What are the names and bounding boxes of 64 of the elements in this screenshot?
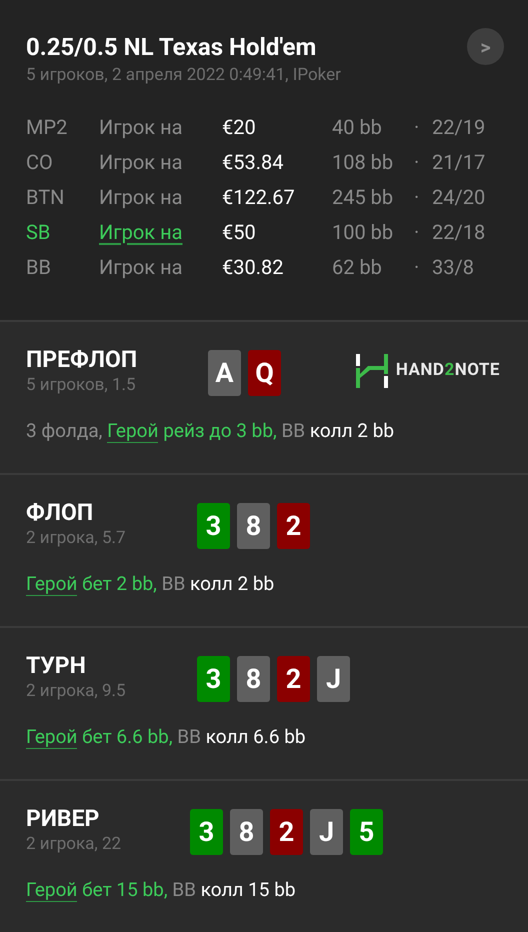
player-bb: 62 bb <box>332 254 383 280</box>
player-stack: €50 <box>222 218 257 246</box>
playing-card: 3 <box>190 809 223 855</box>
player-name[interactable]: Игрок на <box>99 182 222 212</box>
player-position: BB <box>26 254 52 280</box>
playing-card: 5 <box>350 809 383 855</box>
hand-title: 0.25/0.5 NL Texas Hold'em <box>26 32 318 63</box>
player-stats: 24/20 <box>432 184 486 210</box>
playing-card: 2 <box>270 809 303 855</box>
action-line: Герой бет 2 bb, BB колл 2 bb <box>26 571 276 597</box>
logo-text: HAND2NOTE <box>396 359 500 382</box>
playing-card: J <box>310 809 343 855</box>
playing-card: 3 <box>197 656 230 702</box>
action-line: Герой бет 6.6 bb, BB колл 6.6 bb <box>26 724 307 750</box>
player-position: CO <box>26 148 54 176</box>
player-position: SB <box>26 218 52 246</box>
street-subtitle: 2 игрока, 9.5 <box>26 680 127 702</box>
action-line: 3 фолда, Герой рейз до 3 bb, BB колл 2 bb <box>26 418 396 444</box>
separator-dot: · <box>414 254 420 280</box>
logo-icon <box>356 354 388 388</box>
player-stats: 22/18 <box>432 218 486 246</box>
player-bb: 100 bb <box>332 218 394 246</box>
player-stack: €20 <box>222 114 257 140</box>
playing-card: A <box>208 350 241 396</box>
separator-dot: · <box>414 114 420 140</box>
player-stats: 33/8 <box>432 254 474 280</box>
playing-card: 8 <box>230 809 263 855</box>
playing-card: 2 <box>277 503 310 549</box>
hero-link[interactable]: Герой <box>107 419 158 443</box>
player-name[interactable]: Игрок на <box>99 146 222 176</box>
street-title: ТУРН <box>26 652 87 680</box>
separator-dot: · <box>414 184 420 210</box>
player-bb: 40 bb <box>332 114 383 140</box>
street-title: ПРЕФЛОП <box>26 346 138 374</box>
playing-card: 3 <box>197 503 230 549</box>
hero-link[interactable]: Герой <box>26 572 78 596</box>
playing-card: 2 <box>277 656 310 702</box>
separator-dot: · <box>414 148 420 176</box>
hand-subtitle: 5 игроков, 2 апреля 2022 0:49:41, IPoker <box>26 64 341 87</box>
player-name[interactable]: Игрок на <box>99 112 222 142</box>
player-position: MP2 <box>26 114 68 140</box>
player-stack: €53.84 <box>222 148 284 176</box>
street-title: ФЛОП <box>26 499 94 527</box>
player-stats: 22/19 <box>432 114 486 140</box>
player-bb: 108 bb <box>332 148 394 176</box>
player-stats: 21/17 <box>432 148 486 176</box>
playing-card: 8 <box>237 503 270 549</box>
player-bb: 245 bb <box>332 184 394 210</box>
street-title: РИВЕР <box>26 805 100 833</box>
player-position: BTN <box>26 184 66 210</box>
hero-link[interactable]: Герой <box>26 878 78 902</box>
playing-card: 8 <box>237 656 270 702</box>
hero-link[interactable]: Герой <box>26 725 78 749</box>
street-subtitle: 2 игрока, 5.7 <box>26 527 127 549</box>
street-subtitle: 5 игроков, 1.5 <box>26 374 137 396</box>
playing-card: J <box>317 656 350 702</box>
separator-dot: · <box>414 218 420 246</box>
street-subtitle: 2 игрока, 22 <box>26 833 122 855</box>
action-line: Герой бет 15 bb, BB колл 15 bb <box>26 877 297 903</box>
player-name[interactable]: Игрок на <box>99 252 222 282</box>
playing-card: Q <box>248 350 281 396</box>
player-stack: €122.67 <box>222 184 296 210</box>
player-name[interactable]: Игрок на <box>99 216 222 246</box>
player-stack: €30.82 <box>222 254 284 280</box>
